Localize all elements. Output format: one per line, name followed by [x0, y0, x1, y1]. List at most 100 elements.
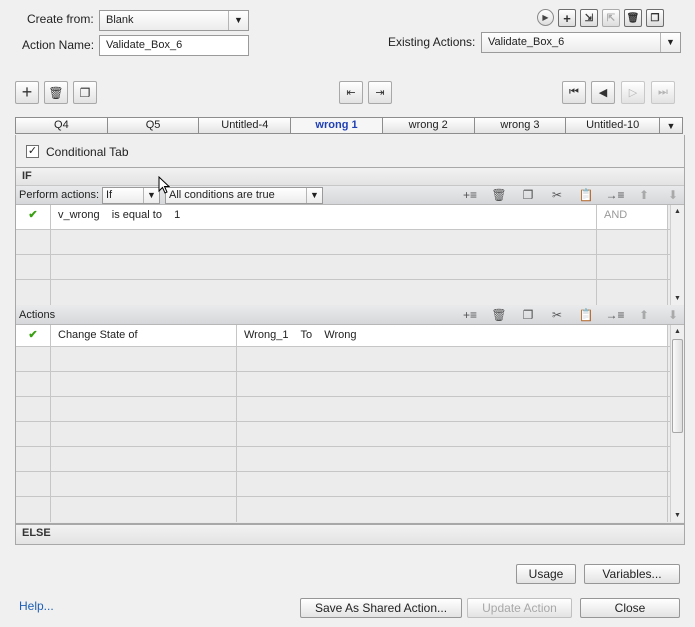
check-cell: [16, 422, 51, 446]
help-link[interactable]: Help...: [19, 599, 54, 613]
actions-toolbar: Actions +≡ 🗑 ❐ ✂ 📋 →≡ ⬆ ⬇: [16, 306, 684, 325]
action-text: [51, 472, 237, 496]
last-icon: ⏭: [658, 86, 668, 98]
action-row[interactable]: [16, 372, 684, 397]
duplicate-icon[interactable]: ❐: [646, 9, 664, 27]
prev-icon: ◀: [598, 87, 608, 99]
action-text: [51, 347, 237, 371]
actions-row-tools: +≡ 🗑 ❐ ✂ 📋 →≡ ⬆ ⬇: [459, 307, 691, 323]
chevron-down-icon: ▼: [660, 33, 680, 52]
delete-tab-button[interactable]: 🗑: [44, 81, 68, 104]
action-name-input[interactable]: Validate_Box_6: [99, 35, 249, 56]
chevron-down-icon: ▼: [306, 188, 322, 203]
action-row[interactable]: [16, 472, 684, 497]
if-row-tools: +≡ 🗑 ❐ ✂ 📋 →≡ ⬆ ⬇: [459, 187, 691, 203]
paste-icon: 📋: [578, 308, 594, 322]
close-button[interactable]: Close: [580, 598, 680, 618]
action-text: [51, 372, 237, 396]
tab-q5[interactable]: Q5: [108, 118, 200, 133]
add-tab-button[interactable]: +: [15, 81, 39, 104]
duplicate-tab-button[interactable]: ❐: [73, 81, 97, 104]
check-cell: [16, 372, 51, 396]
move-down-icon: ⬇: [667, 308, 679, 322]
action-row[interactable]: [16, 497, 684, 522]
tab-list-button[interactable]: ▼: [660, 118, 682, 133]
next-tab-button: ▷: [621, 81, 645, 104]
existing-actions-select[interactable]: Validate_Box_6 ▼: [481, 32, 681, 53]
if-header: IF: [16, 168, 684, 186]
add-row-icon[interactable]: +≡: [459, 187, 481, 203]
action-row[interactable]: [16, 397, 684, 422]
prev-tab-button[interactable]: ◀: [591, 81, 615, 104]
usage-button[interactable]: Usage: [516, 564, 576, 584]
tab-q4[interactable]: Q4: [16, 118, 108, 133]
variables-button[interactable]: Variables...: [584, 564, 680, 584]
move-left-icon: ⇤: [346, 87, 356, 99]
add-action-icon[interactable]: +: [558, 9, 576, 27]
insert-row-icon[interactable]: →≡: [604, 187, 626, 203]
scroll-down-icon[interactable]: ▼: [671, 509, 684, 522]
copy-icon[interactable]: ❐: [517, 307, 539, 323]
scroll-thumb[interactable]: [672, 339, 683, 433]
if-panel: IF Perform actions: If ▼ All conditions …: [15, 167, 685, 307]
conditions-scrollbar[interactable]: ▲ ▼: [670, 205, 684, 305]
condition-row[interactable]: [16, 280, 684, 305]
condition-op: [597, 280, 668, 305]
perform-select[interactable]: If ▼: [102, 187, 160, 204]
action-row[interactable]: ✔ Change State of Wrong_1 To Wrong: [16, 325, 684, 347]
condition-row[interactable]: [16, 230, 684, 255]
tab-untitled-4[interactable]: Untitled-4: [199, 118, 292, 133]
action-text: [51, 447, 237, 471]
conditions-select[interactable]: All conditions are true ▼: [165, 187, 323, 204]
tab-wrong-1[interactable]: wrong 1: [291, 118, 383, 133]
last-tab-button: ⏭: [651, 81, 675, 104]
move-up-icon: ⬆: [638, 188, 650, 202]
scroll-up-icon[interactable]: ▲: [671, 205, 684, 218]
move-tab-left-button[interactable]: ⇤: [339, 81, 363, 104]
check-cell: [16, 280, 51, 305]
condition-row[interactable]: [16, 255, 684, 280]
export-icon: ⇱: [602, 9, 620, 27]
chevron-down-icon: ▼: [143, 188, 159, 203]
check-icon: ✔: [16, 325, 51, 346]
tab-untitled-10[interactable]: Untitled-10: [566, 118, 661, 133]
cut-icon[interactable]: ✂: [546, 307, 568, 323]
action-text: Change State of: [51, 325, 237, 346]
add-row-icon[interactable]: +≡: [459, 307, 481, 323]
check-cell: [16, 230, 51, 254]
next-icon: ▷: [628, 87, 638, 99]
scroll-up-icon[interactable]: ▲: [671, 325, 684, 338]
conditional-tab-checkbox[interactable]: ✓: [26, 145, 39, 158]
save-shared-action-button[interactable]: Save As Shared Action...: [300, 598, 462, 618]
trash-icon[interactable]: 🗑: [488, 187, 510, 203]
actions-scrollbar[interactable]: ▲ ▼: [670, 325, 684, 522]
scroll-down-icon[interactable]: ▼: [671, 292, 684, 305]
trash-icon[interactable]: 🗑: [624, 9, 642, 27]
duplicate-icon: ❐: [79, 85, 91, 100]
action-target: [237, 447, 668, 471]
actions-grid: ✔ Change State of Wrong_1 To Wrong ▲ ▼: [16, 325, 684, 522]
action-row[interactable]: [16, 447, 684, 472]
tab-wrong-2[interactable]: wrong 2: [383, 118, 475, 133]
move-up-icon: ⬆: [638, 308, 650, 322]
check-cell: [16, 447, 51, 471]
import-icon[interactable]: ⇲: [580, 9, 598, 27]
first-tab-button[interactable]: ⏮: [562, 81, 586, 104]
create-from-value: Blank: [106, 14, 134, 26]
existing-actions-value: Validate_Box_6: [488, 36, 565, 48]
action-row[interactable]: [16, 347, 684, 372]
tab-wrong-3[interactable]: wrong 3: [475, 118, 567, 133]
check-cell: [16, 472, 51, 496]
action-text: [51, 422, 237, 446]
condition-row[interactable]: ✔ v_wrong is equal to 1 AND: [16, 205, 684, 230]
copy-icon[interactable]: ❐: [517, 187, 539, 203]
create-from-select[interactable]: Blank ▼: [99, 10, 249, 31]
insert-row-icon[interactable]: →≡: [604, 307, 626, 323]
action-target: [237, 422, 668, 446]
trash-icon[interactable]: 🗑: [488, 307, 510, 323]
cut-icon[interactable]: ✂: [546, 187, 568, 203]
move-tab-right-button[interactable]: ⇥: [368, 81, 392, 104]
play-icon[interactable]: ▶: [537, 9, 554, 26]
action-row[interactable]: [16, 422, 684, 447]
else-panel: ELSE: [15, 524, 685, 545]
